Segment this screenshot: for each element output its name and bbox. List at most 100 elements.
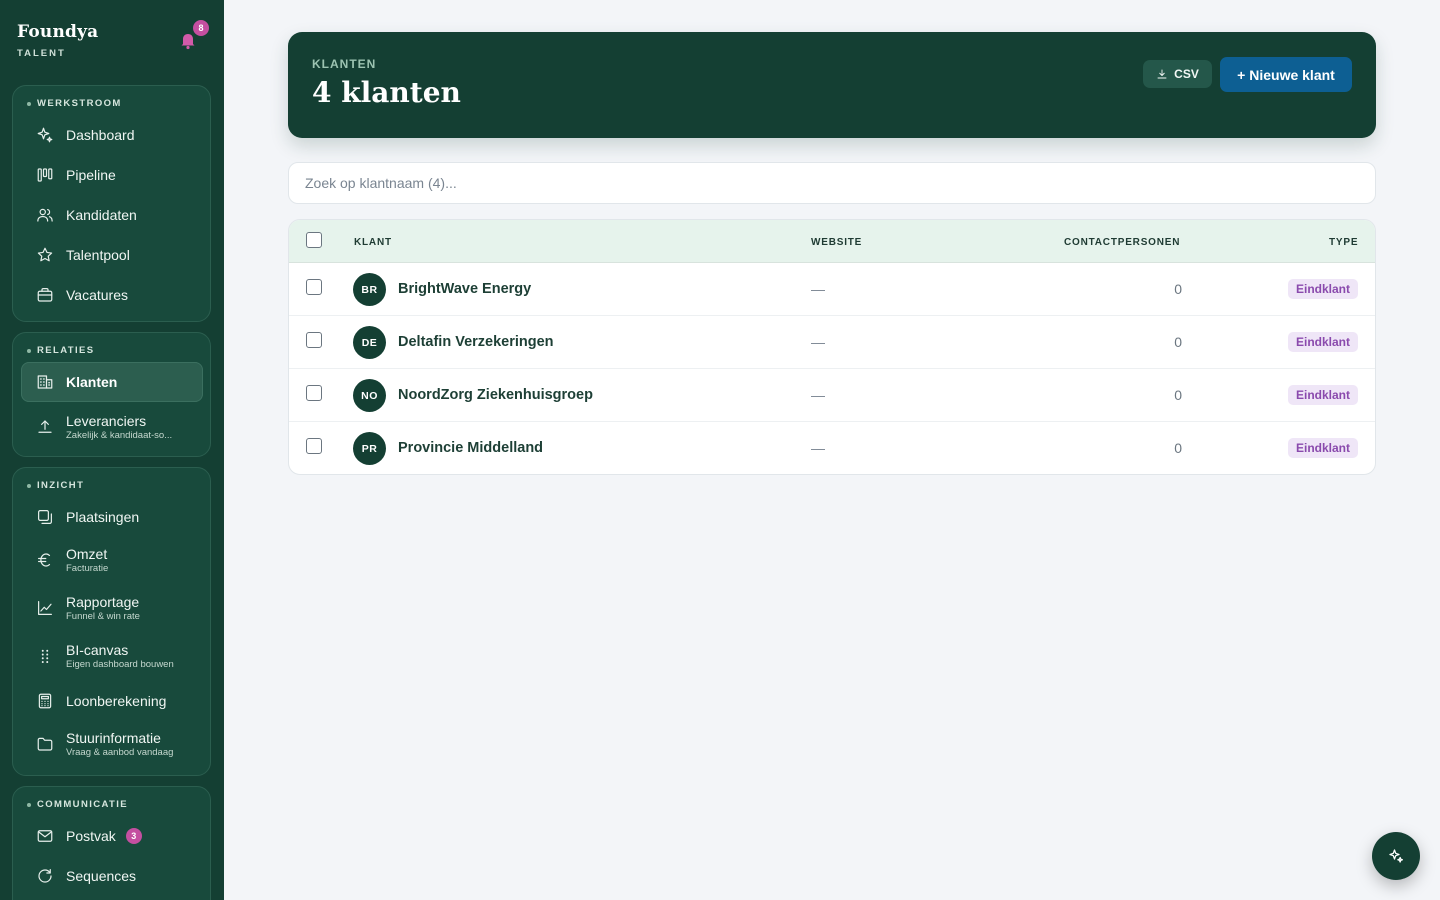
sidebar-item-label: Rapportage xyxy=(66,594,140,610)
copy-icon xyxy=(35,507,55,527)
client-type-badge: Eindklant xyxy=(1288,332,1359,352)
sidebar-item-label: Loonberekening xyxy=(66,693,167,709)
sidebar-item-pipeline[interactable]: Pipeline xyxy=(21,155,203,195)
refresh-icon xyxy=(35,866,55,886)
select-all-checkbox[interactable] xyxy=(306,232,322,248)
sidebar-item-sublabel: Eigen dashboard bouwen xyxy=(66,659,174,670)
sidebar-item-klanten[interactable]: Klanten xyxy=(21,362,203,402)
client-name[interactable]: Provincie Middelland xyxy=(398,440,543,456)
client-type-badge: Eindklant xyxy=(1288,279,1359,299)
sidebar-item-label: Sequences xyxy=(66,868,137,884)
folder-icon xyxy=(35,734,55,754)
sidebar-item-label: Leveranciers xyxy=(66,413,147,429)
nav-group-inzicht: INZICHT Plaatsingen Omzet Facturatie Rapp… xyxy=(12,467,211,776)
row-checkbox[interactable] xyxy=(306,279,322,295)
sidebar-item-rapportage[interactable]: Rapportage Funnel & win rate xyxy=(21,586,203,630)
users-icon xyxy=(35,205,55,225)
sidebar-item-leveranciers[interactable]: Leveranciers Zakelijk & kandidaat-so... xyxy=(21,405,203,449)
column-header-type[interactable]: TYPE xyxy=(1329,237,1358,248)
nav-group-title: COMMUNICATIE xyxy=(27,799,128,810)
csv-export-label: CSV xyxy=(1174,67,1199,81)
sidebar-item-label: Klanten xyxy=(66,374,118,390)
sidebar-item-label: Talentpool xyxy=(66,247,130,263)
client-contacts-count: 0 xyxy=(1174,387,1182,403)
sidebar-item-omzet[interactable]: Omzet Facturatie xyxy=(21,538,203,582)
column-header-contactpersonen[interactable]: CONTACTPERSONEN xyxy=(1064,237,1180,248)
search-box xyxy=(288,162,1376,204)
nav-group-title: WERKSTROOM xyxy=(27,98,122,109)
table-header: KLANT WEBSITE CONTACTPERSONEN TYPE xyxy=(289,220,1375,263)
client-avatar: NO xyxy=(353,379,386,412)
nav-group-title: INZICHT xyxy=(27,480,84,491)
sidebar-item-talentpool[interactable]: Talentpool xyxy=(21,235,203,275)
page-header: KLANTEN 4 klanten CSV + Nieuwe klant xyxy=(288,32,1376,138)
column-header-klant[interactable]: KLANT xyxy=(354,237,392,248)
search-input[interactable] xyxy=(289,163,1375,203)
new-client-button[interactable]: + Nieuwe klant xyxy=(1220,57,1352,92)
sidebar-item-label: Dashboard xyxy=(66,127,135,143)
sidebar-item-sequences[interactable]: Sequences xyxy=(21,856,203,896)
sidebar-item-sublabel: Vraag & aanbod vandaag xyxy=(66,747,174,758)
brand-sub: TALENT xyxy=(17,48,66,59)
kanban-icon xyxy=(35,165,55,185)
clients-table: KLANT WEBSITE CONTACTPERSONEN TYPE BR Br… xyxy=(288,219,1376,475)
sidebar-item-sublabel: Zakelijk & kandidaat-so... xyxy=(66,430,173,441)
upload-icon xyxy=(35,417,55,437)
sidebar-item-stuurinformatie[interactable]: Stuurinformatie Vraag & aanbod vandaag xyxy=(21,722,203,766)
client-website: — xyxy=(811,334,825,350)
sparkle-icon xyxy=(1389,849,1404,863)
nav-group-communicatie: COMMUNICATIE Postvak 3 Sequences xyxy=(12,786,211,900)
sidebar-item-loonberekening[interactable]: Loonberekening xyxy=(21,681,203,721)
sidebar-item-sublabel: Funnel & win rate xyxy=(66,611,140,622)
page-eyebrow: KLANTEN xyxy=(312,57,377,71)
row-checkbox[interactable] xyxy=(306,332,322,348)
client-name[interactable]: NoordZorg Ziekenhuisgroep xyxy=(398,387,593,403)
brand[interactable]: Foundya TALENT xyxy=(17,22,98,59)
sidebar-item-bi-canvas[interactable]: BI-canvas Eigen dashboard bouwen xyxy=(21,634,203,678)
client-avatar: PR xyxy=(353,432,386,465)
sidebar-item-vacatures[interactable]: Vacatures xyxy=(21,275,203,315)
client-website: — xyxy=(811,281,825,297)
sparkle-icon xyxy=(35,125,55,145)
brand-name: Foundya xyxy=(17,22,99,42)
sidebar-item-label: Pipeline xyxy=(66,167,116,183)
sidebar-item-plaatsingen[interactable]: Plaatsingen xyxy=(21,497,203,537)
sidebar-item-label: Plaatsingen xyxy=(66,509,140,525)
euro-icon xyxy=(35,550,55,570)
sidebar-item-label: Stuurinformatie xyxy=(66,730,161,746)
star-icon xyxy=(35,245,55,265)
table-row[interactable]: BR BrightWave Energy — 0 Eindklant xyxy=(289,263,1375,316)
sidebar-item-label: Kandidaten xyxy=(66,207,137,223)
client-avatar: DE xyxy=(353,326,386,359)
row-checkbox[interactable] xyxy=(306,438,322,454)
table-row[interactable]: PR Provincie Middelland — 0 Eindklant xyxy=(289,422,1375,474)
sidebar: Foundya TALENT 8 WERKSTROOM Dashboard Pi… xyxy=(0,0,224,900)
ai-assistant-button[interactable] xyxy=(1372,832,1420,880)
csv-export-button[interactable]: CSV xyxy=(1143,60,1212,88)
download-icon xyxy=(1157,69,1167,79)
row-checkbox[interactable] xyxy=(306,385,322,401)
client-contacts-count: 0 xyxy=(1174,440,1182,456)
column-header-website[interactable]: WEBSITE xyxy=(811,237,862,248)
sidebar-item-postvak[interactable]: Postvak 3 xyxy=(21,816,203,856)
client-website: — xyxy=(811,440,825,456)
building-icon xyxy=(35,372,55,392)
grip-icon xyxy=(35,646,55,666)
client-type-badge: Eindklant xyxy=(1288,438,1359,458)
briefcase-icon xyxy=(35,285,55,305)
client-type-badge: Eindklant xyxy=(1288,385,1359,405)
sidebar-item-label: BI-canvas xyxy=(66,642,129,658)
client-name[interactable]: Deltafin Verzekeringen xyxy=(398,334,554,350)
sidebar-item-dashboard[interactable]: Dashboard xyxy=(21,115,203,155)
sidebar-item-kandidaten[interactable]: Kandidaten xyxy=(21,195,203,235)
mail-icon xyxy=(35,826,55,846)
nav-group-relaties: RELATIES Klanten Leveranciers Zakelijk & … xyxy=(12,332,211,457)
sidebar-item-label: Vacatures xyxy=(66,287,128,303)
nav-group-werkstroom: WERKSTROOM Dashboard Pipeline Kandidaten… xyxy=(12,85,211,322)
client-name[interactable]: BrightWave Energy xyxy=(398,281,531,297)
notification-badge: 8 xyxy=(193,20,209,36)
table-row[interactable]: DE Deltafin Verzekeringen — 0 Eindklant xyxy=(289,316,1375,369)
table-row[interactable]: NO NoordZorg Ziekenhuisgroep — 0 Eindkla… xyxy=(289,369,1375,422)
client-contacts-count: 0 xyxy=(1174,281,1182,297)
calculator-icon xyxy=(35,691,55,711)
